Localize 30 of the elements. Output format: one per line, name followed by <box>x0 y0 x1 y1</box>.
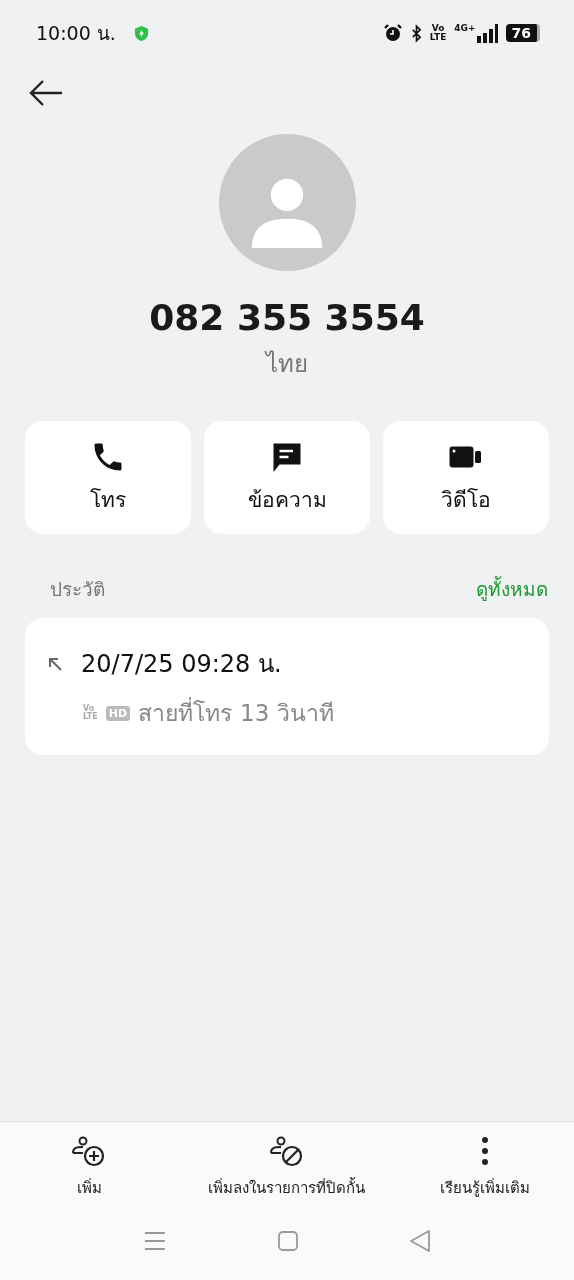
bluetooth-icon <box>410 23 422 43</box>
outgoing-arrow-icon <box>47 655 63 672</box>
block-button[interactable]: เพิ่มลงในรายการที่ปิดกั้น <box>168 1136 406 1200</box>
shield-icon <box>133 24 149 42</box>
signal-icon <box>475 23 498 43</box>
alarm-icon <box>382 23 403 43</box>
more-button[interactable]: เรียนรู้เพิ่มเติม <box>405 1136 564 1200</box>
network-type: 4G+ <box>454 23 476 33</box>
call-duration: 13 วินาที <box>240 699 334 728</box>
phone-number: 082 355 3554 <box>148 297 426 338</box>
call-datetime: 20/7/25 09:28 น. <box>81 649 282 680</box>
location-label: ไทย <box>266 349 308 380</box>
call-button[interactable]: โทร <box>25 421 191 534</box>
call-history-card[interactable]: 20/7/25 09:28 น. Vo LTE HD สายที่โทร 13 วินาที <box>25 618 549 755</box>
home-button[interactable] <box>278 1231 298 1251</box>
volte-label: Vo LTE <box>429 24 447 42</box>
back-nav-button[interactable] <box>410 1230 430 1252</box>
back-button[interactable] <box>28 78 64 108</box>
menu-button[interactable] <box>144 1231 166 1251</box>
volte-label: Vo LTE <box>83 705 98 721</box>
block-contact-icon <box>269 1136 305 1168</box>
battery-indicator: 76 <box>505 24 540 42</box>
history-heading: ประวัติ <box>50 577 105 602</box>
call-type: สายที่โทร <box>138 695 233 731</box>
hd-badge: HD <box>105 705 131 721</box>
video-button[interactable]: วิดีโอ <box>383 421 549 534</box>
message-button[interactable]: ข้อความ <box>204 421 370 534</box>
add-button[interactable]: เพิ่ม <box>10 1136 169 1200</box>
more-icon <box>479 1136 490 1168</box>
status-time: 10:00 น. <box>36 21 116 46</box>
